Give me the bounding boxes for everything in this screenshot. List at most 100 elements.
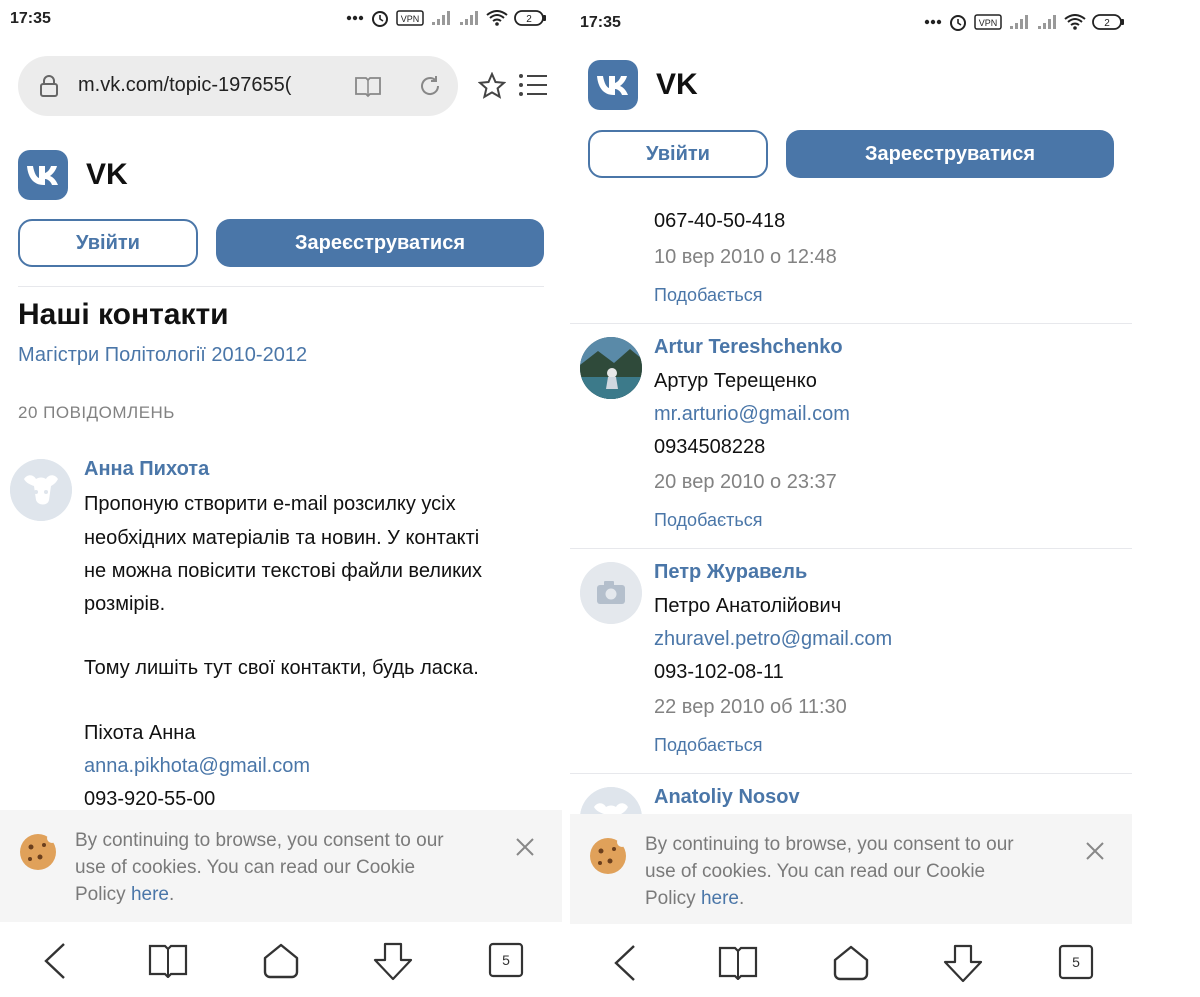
default-avatar-dog-icon <box>10 459 72 521</box>
status-bar: 17:35 VPN 2 <box>570 0 1132 40</box>
divider <box>570 773 1132 774</box>
back-icon[interactable] <box>612 944 638 987</box>
download-icon[interactable] <box>372 942 414 987</box>
vk-logo-icon[interactable] <box>18 150 68 200</box>
post-author[interactable]: Anatoliy Nosov <box>654 786 800 809</box>
login-button[interactable]: Увійти <box>18 219 198 267</box>
signal-2-icon <box>1036 14 1058 30</box>
vpn-icon: VPN <box>974 14 1002 30</box>
post-email-link[interactable]: anna.pikhota@gmail.com <box>84 755 310 778</box>
alarm-icon <box>370 8 390 28</box>
alarm-icon <box>948 12 968 32</box>
browser-nav-bar: 5 <box>0 922 562 997</box>
home-icon[interactable] <box>262 942 300 985</box>
svg-text:VPN: VPN <box>401 14 420 24</box>
signal-2-icon <box>458 10 480 26</box>
post-phone: 093-102-08-11 <box>654 661 784 683</box>
bookmarks-icon[interactable] <box>148 942 188 983</box>
page-title: Наші контакти <box>18 298 229 331</box>
cookie-text: By continuing to browse, you consent to … <box>75 827 495 908</box>
right-screenshot: 17:35 VPN 2 VK Увійти Зареєструватися 06… <box>570 0 1132 997</box>
avatar[interactable] <box>10 459 72 521</box>
svg-text:2: 2 <box>526 14 532 25</box>
cookie-text-line: use of cookies. You can read our Cookie <box>645 861 986 882</box>
post-author[interactable]: Петр Журавель <box>654 561 807 584</box>
cookie-period: . <box>739 888 745 909</box>
download-icon[interactable] <box>942 944 984 989</box>
vpn-icon: VPN <box>396 10 424 26</box>
post-text-line: Тому лишіть тут свої контакти, будь ласк… <box>84 657 479 679</box>
avatar[interactable] <box>580 337 642 399</box>
group-link[interactable]: Магістри Політології 2010-2012 <box>18 344 307 367</box>
close-icon[interactable] <box>514 836 536 863</box>
status-icons: VPN 2 <box>924 12 1126 32</box>
browser-nav-bar: 5 <box>570 924 1132 997</box>
post-author[interactable]: Анна Пихота <box>84 458 209 481</box>
left-screenshot: 17:35 VPN 2 m.vk.com/topic-197655( VK Ув… <box>0 0 562 997</box>
url-text[interactable]: m.vk.com/topic-197655( <box>78 74 338 97</box>
home-icon[interactable] <box>832 944 870 987</box>
wifi-icon <box>486 10 508 26</box>
like-link[interactable]: Подобається <box>654 510 763 531</box>
more-dots-icon <box>924 19 942 25</box>
post-phone: 093-920-55-00 <box>84 788 216 810</box>
svg-text:2: 2 <box>1104 18 1110 29</box>
status-icons: VPN 2 <box>346 8 548 28</box>
cookie-policy-link[interactable]: here <box>131 884 169 905</box>
post-author[interactable]: Artur Tereshchenko <box>654 336 843 359</box>
post-text-line: розмірів. <box>84 593 166 615</box>
cookie-period: . <box>169 884 175 905</box>
back-icon[interactable] <box>42 942 68 985</box>
tabs-icon[interactable]: 5 <box>1058 944 1094 985</box>
post-text-line: Петро Анатолійович <box>654 595 842 617</box>
cookie-banner: By continuing to browse, you consent to … <box>0 810 562 922</box>
post-text-line: Пропоную створити e-mail розсилку усіх <box>84 493 456 515</box>
lock-icon <box>38 74 60 103</box>
svg-text:5: 5 <box>1072 954 1080 970</box>
cookie-text: By continuing to browse, you consent to … <box>645 831 1065 912</box>
login-button[interactable]: Увійти <box>588 130 768 178</box>
divider <box>570 548 1132 549</box>
post-email-link[interactable]: zhuravel.petro@gmail.com <box>654 628 892 651</box>
vk-brand-name: VK <box>656 68 698 101</box>
address-bar[interactable]: m.vk.com/topic-197655( <box>18 56 458 116</box>
photo-avatar-icon <box>580 337 642 399</box>
like-link[interactable]: Подобається <box>654 735 763 756</box>
post-email-link[interactable]: mr.arturio@gmail.com <box>654 403 850 426</box>
cookie-text-line: Policy <box>75 884 131 905</box>
vk-brand-name: VK <box>86 158 128 191</box>
cookie-text-line: By continuing to browse, you consent to … <box>645 834 1014 855</box>
svg-text:VPN: VPN <box>979 18 998 28</box>
reader-icon[interactable] <box>354 74 382 103</box>
register-button[interactable]: Зареєструватися <box>216 219 544 267</box>
like-link[interactable]: Подобається <box>654 285 763 306</box>
wifi-icon <box>1064 14 1086 30</box>
tabs-icon[interactable]: 5 <box>488 942 524 983</box>
post-phone: 067-40-50-418 <box>654 210 786 232</box>
post-phone: 0934508228 <box>654 436 766 458</box>
post-text-line: Артур Терещенко <box>654 370 817 392</box>
cookie-icon <box>18 830 60 877</box>
avatar[interactable] <box>580 562 642 624</box>
message-count: 20 ПОВІДОМЛЕНЬ <box>18 403 175 422</box>
vk-logo-icon[interactable] <box>588 60 638 110</box>
post-date: 10 вер 2010 о 12:48 <box>654 246 837 268</box>
register-button[interactable]: Зареєструватися <box>786 130 1114 178</box>
cookie-text-line: By continuing to browse, you consent to … <box>75 830 444 851</box>
close-icon[interactable] <box>1084 840 1106 867</box>
battery-icon: 2 <box>1092 13 1126 31</box>
divider <box>570 323 1132 324</box>
reload-icon[interactable] <box>418 74 442 103</box>
camera-icon <box>580 562 642 624</box>
bookmarks-icon[interactable] <box>718 944 758 985</box>
vk-header: VK <box>588 60 698 110</box>
post-date: 20 вер 2010 о 23:37 <box>654 471 837 493</box>
cookie-policy-link[interactable]: here <box>701 888 739 909</box>
status-time: 17:35 <box>580 14 621 31</box>
screenshot-gap <box>562 0 570 997</box>
menu-icon[interactable] <box>518 72 548 103</box>
star-icon[interactable] <box>477 71 507 105</box>
cookie-icon <box>588 834 630 881</box>
cookie-banner: By continuing to browse, you consent to … <box>570 814 1132 926</box>
more-dots-icon <box>346 15 364 21</box>
